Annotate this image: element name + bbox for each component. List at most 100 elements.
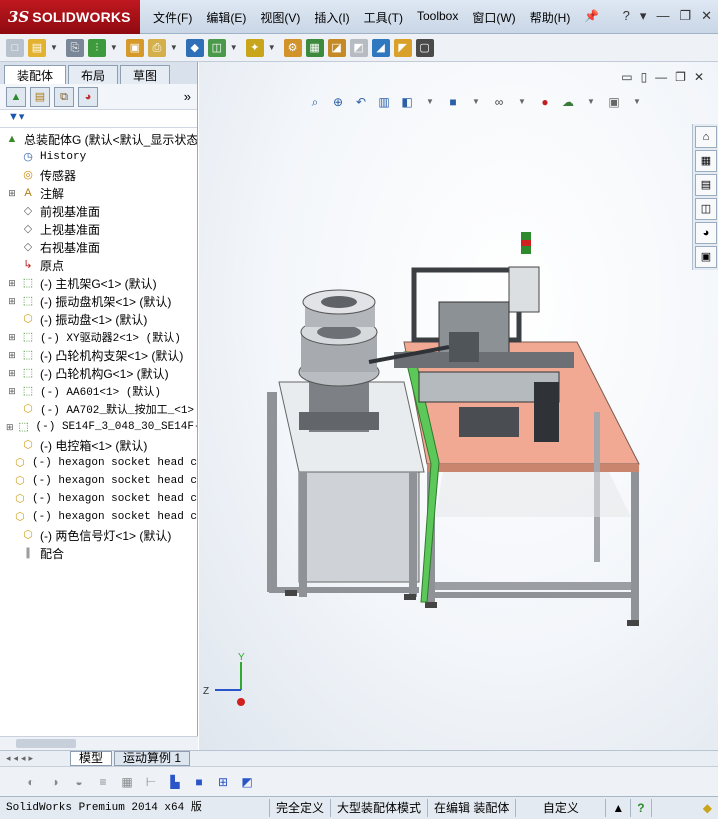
menu-help[interactable]: 帮助(H) [523, 9, 578, 26]
solidworks-logo[interactable]: 3S SOLIDWORKS [0, 0, 140, 34]
open-folder-icon[interactable]: ▤ [28, 38, 46, 57]
tree-item[interactable]: ◎ 传感器 [0, 166, 197, 184]
configuration-manager-icon[interactable]: ⧉ [54, 86, 74, 107]
tree-item[interactable]: ⬡ (-) AA702_默认_按加工_<1> [0, 400, 197, 418]
pin-icon[interactable]: 📌 [577, 9, 606, 26]
tab-nav-arrows[interactable]: ◂◂◂▸ [0, 753, 70, 764]
property-manager-icon[interactable]: ▤ [30, 86, 50, 107]
expand-icon[interactable]: ⊞ [6, 296, 18, 307]
tree-item[interactable]: ⬡ (-) hexagon socket head c [0, 454, 197, 472]
mate-icon[interactable]: ⫶ [87, 38, 106, 57]
interference-icon[interactable]: ◤ [393, 38, 412, 57]
tree-item[interactable]: ⬡ (-) hexagon socket head c [0, 508, 197, 526]
menu-insert[interactable]: 插入(I) [307, 9, 356, 26]
scrollbar-thumb[interactable] [16, 739, 76, 748]
grid-icon[interactable]: ⊞ [214, 773, 232, 791]
design-library-icon[interactable]: ▦ [695, 150, 717, 172]
menu-file[interactable]: 文件(F) [146, 9, 199, 26]
tree-item[interactable]: ◇ 右视基准面 [0, 238, 197, 256]
tree-item[interactable]: ⬡ (-) 电控箱<1> (默认) [0, 436, 197, 454]
tree-item[interactable]: ⊞ ⬚ (-) SE14F_3_048_30_SE14F-3 [0, 418, 197, 436]
minimize-icon[interactable]: — [656, 8, 669, 24]
chevron-down-icon[interactable]: ▼ [230, 43, 238, 52]
tab-motion-study[interactable]: 运动算例 1 [114, 751, 191, 766]
chevron-right-icon[interactable]: » [184, 89, 191, 104]
tree-item[interactable]: ⬡ (-) 两色信号灯<1> (默认) [0, 526, 197, 544]
expand-icon[interactable]: ⊞ [6, 386, 18, 397]
shaded-icon[interactable]: ◐ [22, 773, 40, 791]
table-icon[interactable]: ▦ [118, 773, 136, 791]
insert-component-icon[interactable]: ◆ [185, 38, 204, 57]
restore-icon[interactable]: ❐ [679, 8, 691, 24]
home-icon[interactable]: ⌂ [695, 126, 717, 148]
chevron-down-icon[interactable]: ▼ [50, 43, 58, 52]
pin-icon[interactable]: ◆ [697, 799, 718, 817]
close-icon[interactable]: ✕ [701, 8, 712, 24]
list-icon[interactable]: ≡ [94, 773, 112, 791]
chevron-down-icon[interactable]: ▼ [110, 43, 118, 52]
chart-icon[interactable]: ▙ [166, 773, 184, 791]
horizontal-scrollbar[interactable] [0, 736, 198, 750]
help-icon[interactable]: ? [623, 8, 630, 24]
tree-item[interactable]: ⊞ ⬚ (-) 凸轮机构支架<1> (默认) [0, 346, 197, 364]
options-gear-icon[interactable]: ⚙ [283, 38, 302, 57]
hidden-lines-icon[interactable]: ◑ [46, 773, 64, 791]
explode-view-icon[interactable]: ▦ [305, 38, 324, 57]
tree-item[interactable]: ⊞ ⬚ (-) XY驱动器2<1> (默认) [0, 328, 197, 346]
custom-properties-icon[interactable]: ▣ [695, 246, 717, 268]
tree-item[interactable]: ◇ 上视基准面 [0, 220, 197, 238]
new-document-icon[interactable]: □ [6, 38, 24, 57]
tree-item[interactable]: ⊞ ⬚ (-) 主机架G<1> (默认) [0, 274, 197, 292]
expand-icon[interactable]: ⊞ [6, 368, 18, 379]
expand-icon[interactable]: ⊞ [6, 332, 18, 343]
assembly-features-icon[interactable]: ◪ [327, 38, 346, 57]
reference-geometry-icon[interactable]: ◩ [349, 38, 368, 57]
tree-item[interactable]: ⬡ (-) 振动盘<1> (默认) [0, 310, 197, 328]
cube-icon[interactable]: ■ [190, 773, 208, 791]
tab-layout[interactable]: 布局 [68, 65, 119, 84]
view-palette-icon[interactable]: ◫ [695, 198, 717, 220]
tree-item[interactable]: ↳ 原点 [0, 256, 197, 274]
chevron-down-icon[interactable]: ▼ [268, 43, 276, 52]
graphics-viewport[interactable]: ▭ ▯ — ❐ ✕ ⌕ ⊕ ↶ ▥ ◧ ▼ ■ ▼ ∞ ▼ ● ☁ ▼ ▣ ▼ [199, 62, 718, 750]
menu-toolbox[interactable]: Toolbox [410, 9, 465, 26]
smart-fasteners-icon[interactable]: ◫ [207, 38, 226, 57]
assembly-model-3d[interactable]: Y Z [199, 62, 718, 750]
feature-manager-icon[interactable]: ▲ [6, 86, 26, 107]
tree-item[interactable]: ◇ 前视基准面 [0, 202, 197, 220]
help-icon[interactable]: ? [631, 799, 652, 817]
wireframe-icon[interactable]: ◒ [70, 773, 88, 791]
paperclip-icon[interactable]: ⎘ [65, 38, 84, 57]
appearances-icon[interactable]: ◕ [695, 222, 717, 244]
tab-assembly[interactable]: 装配体 [4, 65, 67, 84]
chevron-down-icon[interactable]: ▾ [640, 8, 647, 24]
file-explorer-icon[interactable]: ▤ [695, 174, 717, 196]
dimension-icon[interactable]: ⊢ [142, 773, 160, 791]
render-icon[interactable]: ◩ [238, 773, 256, 791]
tree-item[interactable]: ◷ History [0, 148, 197, 166]
tree-item[interactable]: ⊞ A 注解 [0, 184, 197, 202]
tree-item[interactable]: ∥ 配合 [0, 544, 197, 562]
display-manager-icon[interactable]: ◕ [78, 86, 98, 107]
chevron-down-icon[interactable]: ▼ [170, 43, 178, 52]
menu-edit[interactable]: 编辑(E) [199, 9, 253, 26]
tree-item[interactable]: ⊞ ⬚ (-) 振动盘机架<1> (默认) [0, 292, 197, 310]
menu-view[interactable]: 视图(V) [253, 9, 307, 26]
status-units[interactable]: 自定义 [516, 799, 607, 817]
tree-item[interactable]: ⊞ ⬚ (-) 凸轮机构G<1> (默认) [0, 364, 197, 382]
tree-item[interactable]: ⊞ ⬚ (-) AA601<1> (默认) [0, 382, 197, 400]
tree-item[interactable]: ⬡ (-) hexagon socket head c [0, 490, 197, 508]
menu-window[interactable]: 窗口(W) [465, 9, 522, 26]
units-dropdown-icon[interactable]: ▲ [606, 799, 632, 817]
tab-model[interactable]: 模型 [70, 751, 113, 766]
tab-sketch[interactable]: 草图 [120, 65, 171, 84]
print-icon[interactable]: ⎙ [147, 38, 166, 57]
tree-item[interactable]: ⬡ (-) hexagon socket head c [0, 472, 197, 490]
expand-icon[interactable]: ⊞ [6, 422, 14, 433]
expand-icon[interactable]: ⊞ [6, 278, 18, 289]
filter-icon[interactable]: ▼▾ [0, 110, 197, 128]
tree-item[interactable]: ▲ 总装配体G (默认<默认_显示状态 [0, 130, 197, 148]
expand-icon[interactable]: ⊞ [6, 188, 18, 199]
rebuild-icon[interactable]: ▢ [415, 38, 434, 57]
measure-icon[interactable]: ◢ [371, 38, 390, 57]
